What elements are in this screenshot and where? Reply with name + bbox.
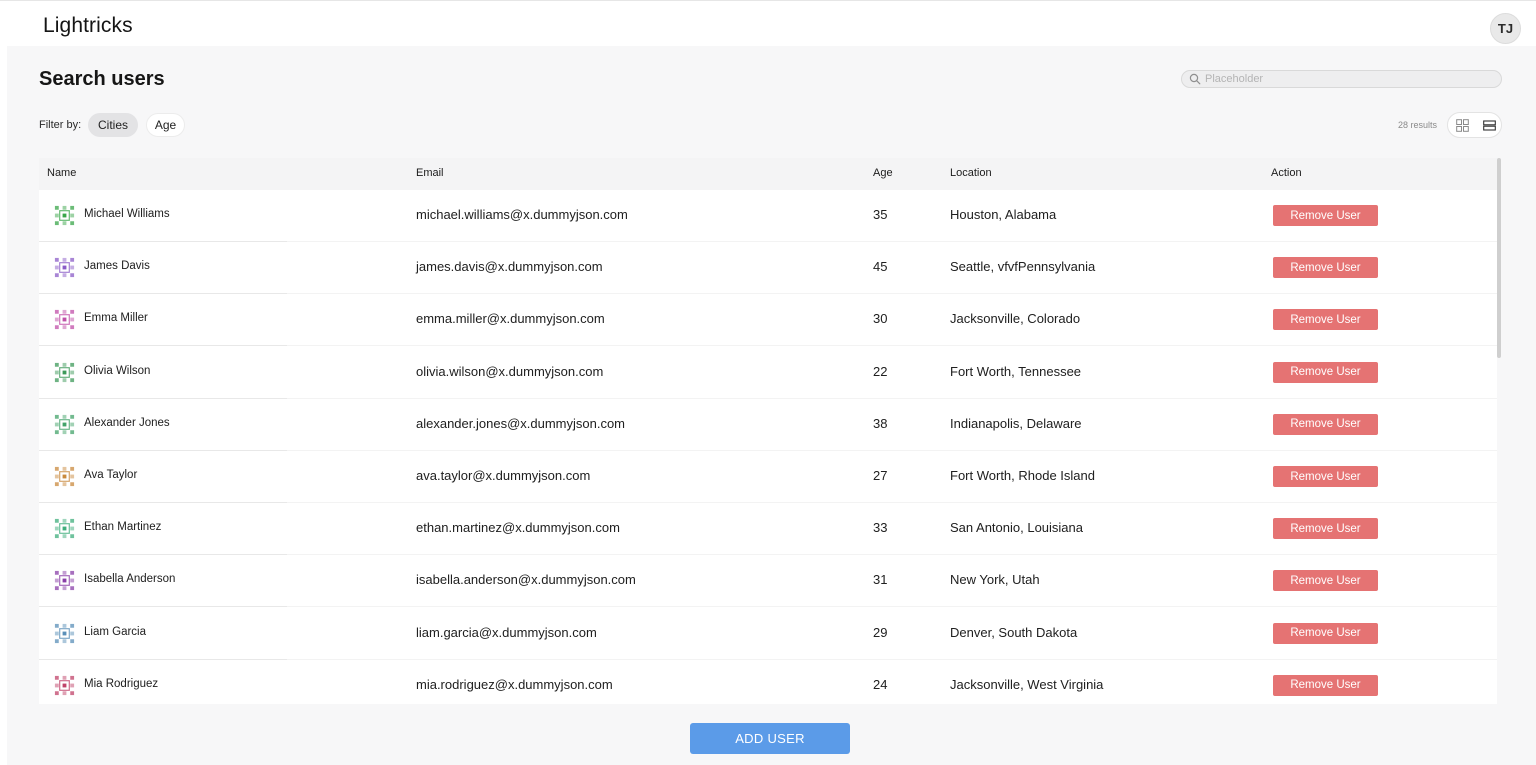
list-view-icon — [1483, 120, 1496, 131]
remove-user-button[interactable]: Remove User — [1273, 257, 1378, 279]
user-age: 27 — [873, 468, 888, 483]
user-location: Fort Worth, Rhode Island — [950, 468, 1095, 483]
view-toggle — [1447, 112, 1502, 138]
table-scrollbar-thumb[interactable] — [1497, 158, 1501, 358]
user-email: olivia.wilson@x.dummyjson.com — [416, 363, 604, 379]
grid-view-icon — [1456, 119, 1469, 132]
user-email: alexander.jones@x.dummyjson.com — [416, 415, 626, 431]
table-row[interactable]: Emma Miller emma.miller@x.dummyjson.com 30… — [39, 294, 1497, 347]
user-location: Jacksonville, Colorado — [950, 311, 1081, 327]
table-row[interactable]: Liam Garcia liam.garcia@x.dummyjson.com 29… — [39, 608, 1497, 660]
user-name: Michael Williams — [84, 208, 170, 220]
user-name: Alexander Jones — [84, 416, 170, 429]
user-age: 29 — [873, 624, 888, 640]
user-age: 33 — [873, 520, 888, 536]
remove-user-button[interactable]: Remove User — [1273, 674, 1378, 696]
avatar-identicon-icon — [54, 310, 75, 330]
user-email: isabella.anderson@x.dummyjson.com — [416, 572, 636, 588]
user-age: 22 — [873, 363, 888, 379]
table-header: Name Email Age Location Action — [39, 158, 1497, 190]
avatar-identicon-icon — [54, 414, 75, 434]
user-age: 24 — [873, 676, 888, 692]
table-row[interactable]: James Davis james.davis@x.dummyjson.com 45… — [39, 242, 1497, 295]
user-location: Denver, South Dakota — [950, 624, 1078, 640]
user-location: Jacksonville, West Virginia — [950, 676, 1104, 692]
table-row[interactable]: Olivia Wilson olivia.wilson@x.dummyjson.c… — [39, 347, 1497, 399]
user-name: Mia Rodriguez — [84, 677, 159, 690]
remove-user-button[interactable]: Remove User — [1273, 466, 1378, 487]
avatar-identicon-icon — [54, 205, 75, 226]
brand-logo[interactable]: Lightricks — [43, 14, 133, 38]
filter-chip-cities[interactable]: Cities — [88, 113, 138, 137]
user-email: james.davis@x.dummyjson.com — [416, 259, 603, 275]
top-bar: Lightricks TJ — [0, 0, 1536, 46]
filter-label: Filter by: — [39, 119, 82, 131]
avatar-identicon-icon — [54, 258, 75, 278]
column-header-location[interactable]: Location — [950, 167, 992, 179]
user-name: Isabella Anderson — [84, 573, 176, 586]
user-name: Ava Taylor — [84, 469, 138, 481]
user-location: Houston, Alabama — [950, 207, 1057, 222]
user-location: Seattle, vfvfPennsylvania — [950, 259, 1096, 275]
user-name: Liam Garcia — [84, 625, 146, 638]
results-count: 28 results — [1398, 120, 1438, 130]
search-box[interactable] — [1181, 70, 1502, 88]
user-email: emma.miller@x.dummyjson.com — [416, 311, 605, 327]
user-location: New York, Utah — [950, 572, 1040, 588]
users-table: Name Email Age Location Action Michael W… — [39, 158, 1497, 704]
column-header-action: Action — [1271, 167, 1302, 179]
user-location: Fort Worth, Tennessee — [950, 363, 1082, 379]
column-header-age[interactable]: Age — [873, 167, 893, 179]
main-panel: Search users Filter by: Cities Age 28 re… — [7, 46, 1536, 765]
avatar-identicon-icon — [54, 362, 75, 382]
table-row[interactable]: Ethan Martinez ethan.martinez@x.dummyjson… — [39, 503, 1497, 556]
avatar-identicon-icon — [54, 466, 75, 487]
avatar-identicon-icon — [54, 571, 75, 591]
user-email: mia.rodriguez@x.dummyjson.com — [416, 676, 613, 692]
table-row[interactable]: Ava Taylor ava.taylor@x.dummyjson.com 27 Fo… — [39, 451, 1497, 503]
user-location: Indianapolis, Delaware — [950, 415, 1082, 431]
avatar-identicon-icon — [54, 623, 75, 643]
user-age: 38 — [873, 415, 888, 431]
user-email: ethan.martinez@x.dummyjson.com — [416, 520, 620, 536]
list-view-button[interactable] — [1481, 117, 1498, 134]
remove-user-button[interactable]: Remove User — [1273, 361, 1378, 383]
add-user-button[interactable]: ADD USER — [690, 723, 850, 754]
user-name: James Davis — [84, 260, 150, 273]
user-name: Emma Miller — [84, 312, 148, 325]
remove-user-button[interactable]: Remove User — [1273, 570, 1378, 592]
table-row[interactable]: Mia Rodriguez mia.rodriguez@x.dummyjson.c… — [39, 660, 1497, 704]
remove-user-button[interactable]: Remove User — [1273, 622, 1378, 644]
user-age: 45 — [873, 259, 888, 275]
user-name: Olivia Wilson — [84, 364, 151, 377]
filter-chip-age[interactable]: Age — [146, 113, 185, 137]
user-age: 35 — [873, 207, 888, 222]
user-email: liam.garcia@x.dummyjson.com — [416, 624, 597, 640]
column-header-email[interactable]: Email — [416, 167, 444, 179]
search-input[interactable] — [1205, 72, 1495, 86]
remove-user-button[interactable]: Remove User — [1273, 518, 1378, 540]
column-header-name[interactable]: Name — [47, 167, 76, 179]
avatar-identicon-icon — [54, 675, 75, 695]
page-title: Search users — [39, 68, 165, 90]
remove-user-button[interactable]: Remove User — [1273, 205, 1378, 226]
table-row[interactable]: Alexander Jones alexander.jones@x.dummyjs… — [39, 399, 1497, 451]
grid-view-button[interactable] — [1454, 117, 1471, 134]
user-name: Ethan Martinez — [84, 521, 162, 534]
remove-user-button[interactable]: Remove User — [1273, 413, 1378, 435]
remove-user-button[interactable]: Remove User — [1273, 309, 1378, 331]
user-email: ava.taylor@x.dummyjson.com — [416, 468, 591, 483]
user-age: 30 — [873, 311, 888, 327]
user-location: San Antonio, Louisiana — [950, 520, 1083, 536]
avatar-identicon-icon — [54, 519, 75, 539]
table-row[interactable]: Michael Williams michael.williams@x.dummy… — [39, 190, 1497, 242]
user-age: 31 — [873, 572, 888, 588]
user-email: michael.williams@x.dummyjson.com — [416, 207, 628, 222]
user-avatar[interactable]: TJ — [1490, 13, 1521, 44]
search-icon — [1189, 73, 1201, 85]
table-row[interactable]: Isabella Anderson isabella.anderson@x.dum… — [39, 555, 1497, 608]
